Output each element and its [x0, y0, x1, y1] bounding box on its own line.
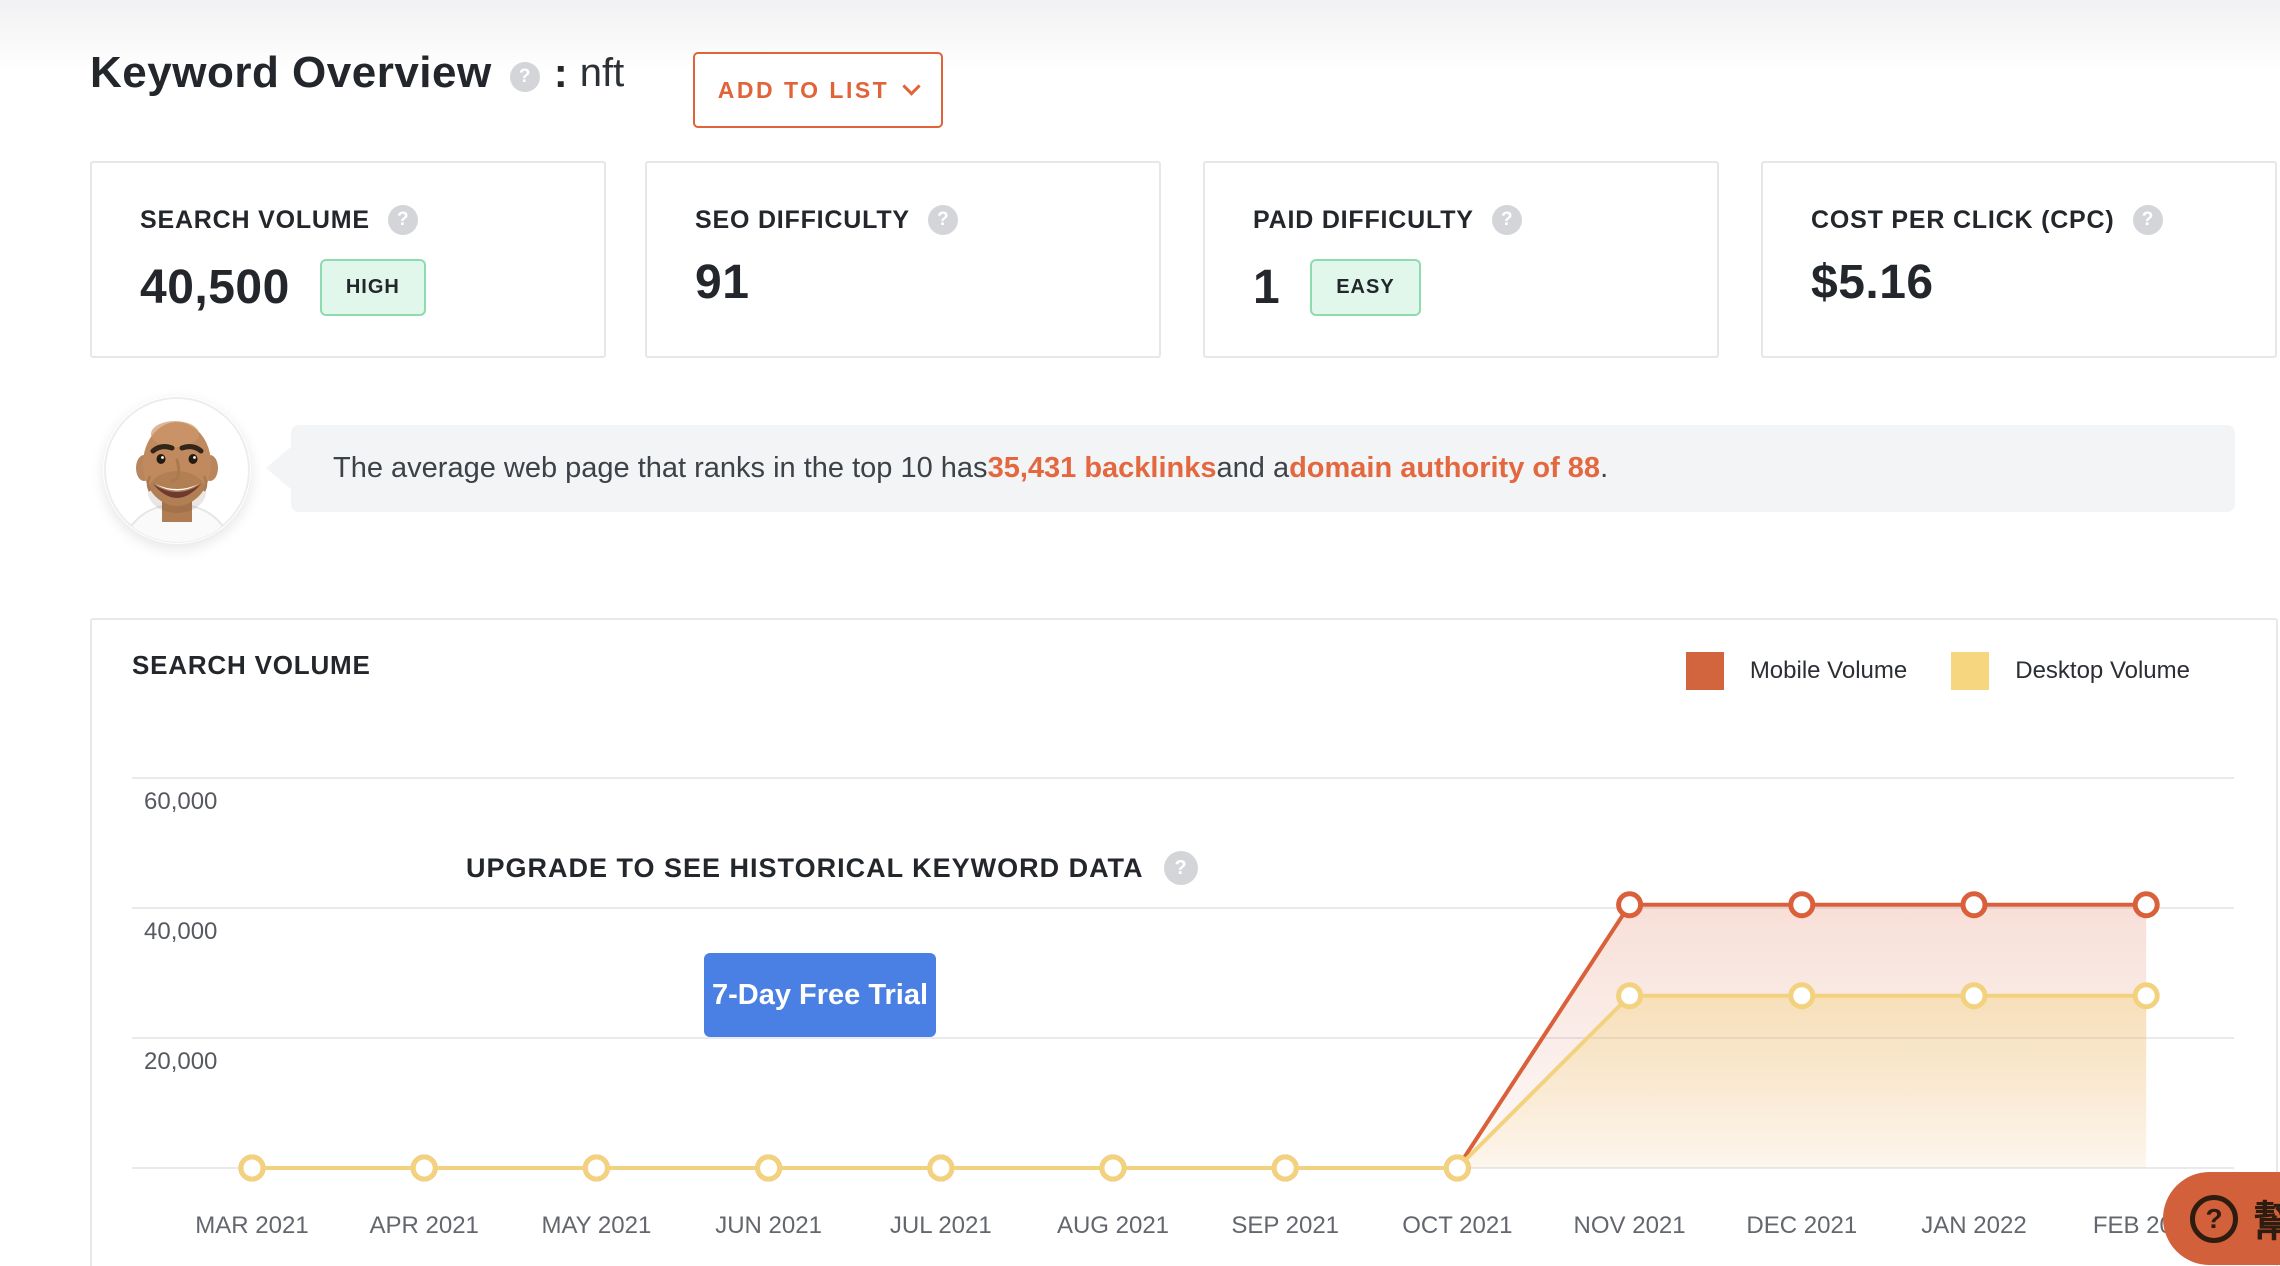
metric-value-row: 40,500 HIGH: [140, 259, 604, 316]
title-separator: :: [554, 49, 568, 97]
data-point-marker: [2135, 894, 2157, 916]
keyword-value: nft: [580, 51, 624, 96]
y-axis-label: 60,000: [144, 788, 217, 816]
avatar: [103, 396, 251, 544]
data-point-marker: [1446, 1157, 1468, 1179]
chevron-down-icon: [903, 77, 921, 95]
title-help-icon[interactable]: ?: [510, 62, 540, 92]
x-axis-label: AUG 2021: [1057, 1212, 1169, 1240]
x-axis-label: JUN 2021: [715, 1212, 822, 1240]
seo-difficulty-card: SEO DIFFICULTY ? 91: [645, 161, 1161, 358]
search-volume-chart: [132, 752, 2234, 1202]
speech-bubble-pointer: [266, 446, 292, 490]
paid-difficulty-card: PAID DIFFICULTY ? 1 EASY: [1203, 161, 1719, 358]
legend-label: Mobile Volume: [1750, 657, 1907, 685]
status-badge: HIGH: [320, 259, 426, 316]
legend-label: Desktop Volume: [2015, 657, 2190, 685]
metric-label-row: COST PER CLICK (CPC) ?: [1811, 205, 2275, 235]
metric-help-icon[interactable]: ?: [388, 205, 418, 235]
metric-help-icon[interactable]: ?: [2133, 205, 2163, 235]
status-badge: EASY: [1310, 259, 1420, 316]
question-mark-icon: ?: [2190, 1195, 2238, 1243]
data-point-marker: [758, 1157, 780, 1179]
chart-legend: Mobile Volume Desktop Volume: [1686, 652, 2190, 690]
metric-value: $5.16: [1811, 259, 1934, 307]
search-volume-chart-card: SEARCH VOLUME Mobile Volume Desktop Volu…: [90, 618, 2278, 1266]
domain-authority-highlight: domain authority of 88: [1289, 452, 1600, 485]
data-point-marker: [1274, 1157, 1296, 1179]
cpc-card: COST PER CLICK (CPC) ? $5.16: [1761, 161, 2277, 358]
metric-value: 1: [1253, 264, 1280, 312]
data-point-marker: [1963, 894, 1985, 916]
metric-label: COST PER CLICK (CPC): [1811, 206, 2115, 235]
data-point-marker: [930, 1157, 952, 1179]
metric-help-icon[interactable]: ?: [928, 205, 958, 235]
y-axis-label: 40,000: [144, 918, 217, 946]
data-point-marker: [241, 1157, 263, 1179]
chart-title: SEARCH VOLUME: [132, 650, 371, 681]
x-axis-label: NOV 2021: [1574, 1212, 1686, 1240]
data-point-marker: [413, 1157, 435, 1179]
metric-label: PAID DIFFICULTY: [1253, 206, 1474, 235]
x-axis-label: DEC 2021: [1746, 1212, 1857, 1240]
message-text: .: [1600, 452, 1608, 485]
page-title: Keyword Overview: [90, 48, 492, 98]
data-point-marker: [1102, 1157, 1124, 1179]
legend-item-mobile[interactable]: Mobile Volume: [1686, 652, 1907, 690]
data-point-marker: [1619, 894, 1641, 916]
y-axis-label: 20,000: [144, 1048, 217, 1076]
avatar-illustration: [103, 396, 251, 544]
metric-label-row: PAID DIFFICULTY ?: [1253, 205, 1717, 235]
data-point-marker: [1791, 985, 1813, 1007]
mobile-legend-swatch: [1686, 652, 1724, 690]
keyword-overview-page: Keyword Overview ? : nft ADD TO LIST SEA…: [0, 0, 2280, 1266]
message-text: and a: [1217, 452, 1290, 485]
metric-label-row: SEO DIFFICULTY ?: [695, 205, 1159, 235]
metric-label: SEARCH VOLUME: [140, 206, 370, 235]
metric-value-row: 91: [695, 259, 1159, 307]
x-axis-label: OCT 2021: [1402, 1212, 1512, 1240]
desktop-volume-area: [252, 996, 2146, 1168]
data-point-marker: [1619, 985, 1641, 1007]
metric-value-row: 1 EASY: [1253, 259, 1717, 316]
header: Keyword Overview ? : nft: [90, 48, 624, 98]
metric-help-icon[interactable]: ?: [1492, 205, 1522, 235]
add-to-list-label: ADD TO LIST: [718, 77, 889, 104]
metric-label: SEO DIFFICULTY: [695, 206, 910, 235]
message-text: The average web page that ranks in the t…: [333, 452, 988, 485]
add-to-list-button[interactable]: ADD TO LIST: [693, 52, 943, 128]
metric-label-row: SEARCH VOLUME ?: [140, 205, 604, 235]
data-point-marker: [1963, 985, 1985, 1007]
x-axis-label: MAY 2021: [541, 1212, 651, 1240]
metric-value: 40,500: [140, 264, 290, 312]
x-axis-label: APR 2021: [369, 1212, 478, 1240]
metric-value-row: $5.16: [1811, 259, 2275, 307]
metric-value: 91: [695, 259, 749, 307]
backlinks-highlight: 35,431 backlinks: [988, 452, 1217, 485]
x-axis-label: JUL 2021: [890, 1212, 992, 1240]
legend-item-desktop[interactable]: Desktop Volume: [1951, 652, 2190, 690]
help-chat-widget[interactable]: ? 幫: [2163, 1172, 2280, 1265]
data-point-marker: [2135, 985, 2157, 1007]
x-axis-label: MAR 2021: [195, 1212, 308, 1240]
chat-widget-label: 幫: [2253, 1188, 2280, 1249]
x-axis-label: SEP 2021: [1231, 1212, 1339, 1240]
x-axis-label: JAN 2022: [1921, 1212, 2026, 1240]
search-volume-card: SEARCH VOLUME ? 40,500 HIGH: [90, 161, 606, 358]
desktop-legend-swatch: [1951, 652, 1989, 690]
data-point-marker: [585, 1157, 607, 1179]
data-point-marker: [1791, 894, 1813, 916]
assistant-message: The average web page that ranks in the t…: [291, 425, 2235, 512]
